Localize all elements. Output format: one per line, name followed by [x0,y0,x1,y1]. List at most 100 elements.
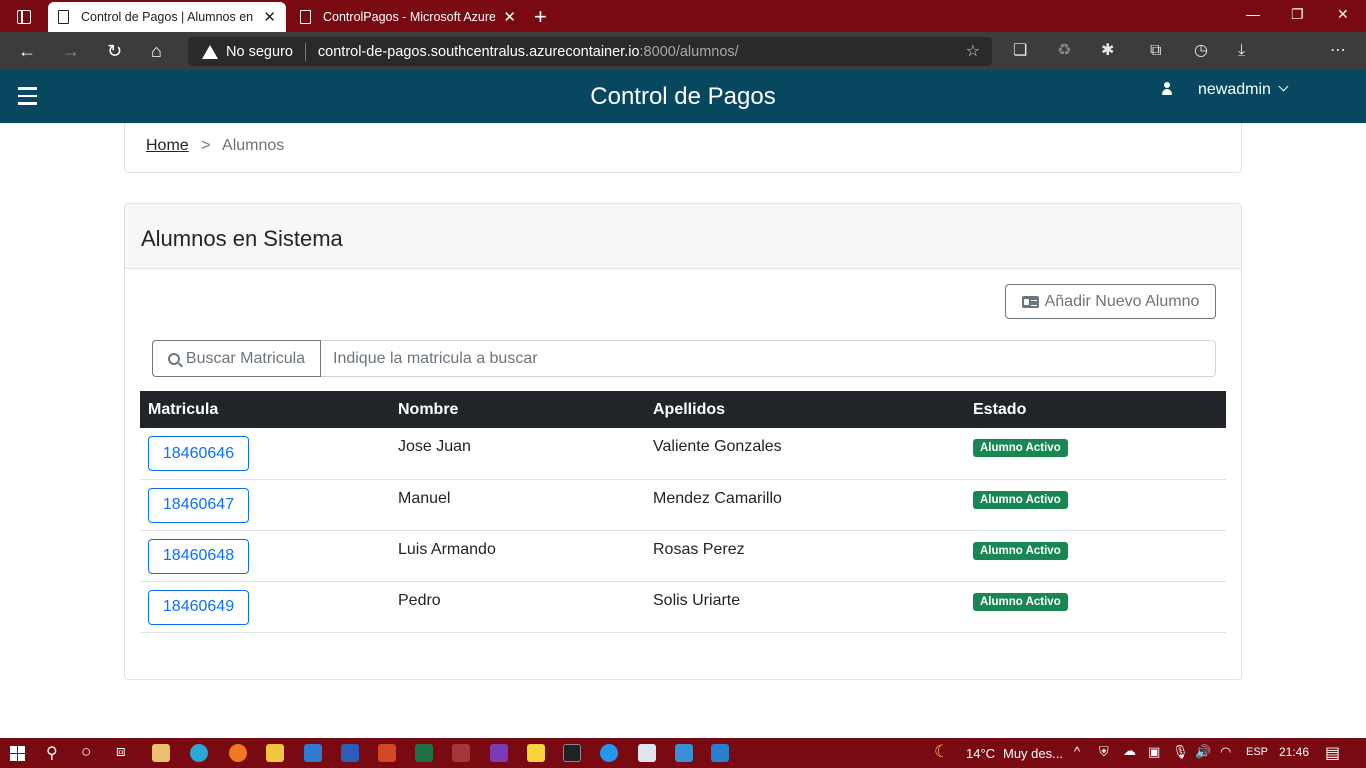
column-header-apellidos: Apellidos [645,391,965,428]
tab-control-de-pagos[interactable]: Control de Pagos | Alumnos en S ✕ [48,2,286,32]
apellidos-cell: Solis Uriarte [645,581,965,633]
cortana-icon[interactable]: ○ [81,742,91,762]
add-student-label: Añadir Nuevo Alumno [1044,292,1200,310]
status-badge: Alumno Activo [973,439,1068,457]
meet-now-icon[interactable]: ▣ [1148,744,1160,760]
task-view-icon[interactable]: ⧈ [116,743,126,760]
security-label[interactable]: No seguro [226,44,293,60]
access-icon[interactable] [452,744,470,762]
mail-icon[interactable] [304,744,322,762]
column-header-nombre: Nombre [390,391,645,428]
file-explorer-icon[interactable] [266,744,284,762]
user-menu[interactable]: newadmin [1198,81,1271,99]
status-badge: Alumno Activo [973,592,1068,611]
table-row: 18460647 Manuel Mendez Camarillo Alumno … [140,479,1226,531]
word-icon[interactable] [341,744,359,762]
excel-icon[interactable] [415,744,433,762]
terminal-icon[interactable] [563,744,581,762]
new-tab-icon[interactable]: + [534,4,547,30]
add-student-button[interactable]: Añadir Nuevo Alumno [1005,284,1216,319]
table-row: 18460649 Pedro Solis Uriarte Alumno Acti… [140,581,1226,633]
search-group: Buscar Matricula [152,340,1216,377]
favorite-star-icon[interactable]: ☆ [966,41,980,61]
windows-start-icon[interactable] [10,746,25,761]
url-host: control-de-pagos.southcentralus.azurecon… [317,43,640,60]
apellidos-cell: Mendez Camarillo [645,479,965,531]
volume-icon[interactable]: 🔊 [1195,744,1211,760]
breadcrumb: Home > Alumnos [124,123,1242,173]
photos-icon[interactable] [675,744,693,762]
security-shield-icon[interactable]: ⛨ [1099,744,1109,760]
docker-icon[interactable] [600,744,618,762]
wifi-icon[interactable]: ◠ [1220,744,1231,760]
store-icon[interactable] [152,744,170,762]
microphone-icon[interactable]: 🎙 [1172,744,1189,760]
table-row: 18460648 Luis Armando Rosas Perez Alumno… [140,530,1226,582]
more-icon[interactable]: ⋯ [1330,41,1346,61]
notepad-icon[interactable] [638,744,656,762]
back-icon[interactable]: ← [18,41,36,61]
recycle-icon[interactable]: ♻ [1057,41,1071,61]
close-tab-icon[interactable]: ✕ [503,8,516,26]
matricula-button[interactable]: 18460649 [148,589,249,625]
search-input[interactable] [321,340,1216,377]
search-icon [167,352,180,365]
app-header: Control de Pagos newadmin [0,70,1366,123]
collections-icon[interactable]: ❏ [1013,41,1027,61]
chevron-up-icon[interactable]: ^ [1074,744,1080,759]
apellidos-cell: Valiente Gonzales [645,428,965,480]
home-icon[interactable]: ⌂ [151,41,162,61]
clock[interactable]: 21:46 [1279,745,1309,759]
taskbar: ⚲ ○ ⧈ ☾ 14°C Muy des... ^ ⛨ ☁ ▣ 🎙 🔊 ◠ ES… [0,738,1366,768]
search-button-label: Buscar Matricula [185,349,306,367]
firefox-icon[interactable] [229,744,247,762]
vscode-icon[interactable] [711,744,729,762]
breadcrumb-separator: > [201,137,211,154]
close-window-icon[interactable]: ✕ [1337,6,1349,23]
edge-icon[interactable] [190,744,208,762]
nombre-cell: Pedro [390,581,645,633]
breadcrumb-home-link[interactable]: Home [146,137,189,154]
column-header-matricula: Matricula [140,391,390,428]
user-icon [1162,82,1172,96]
search-icon[interactable]: ⚲ [46,743,58,763]
browser-toolbar: ← → ↻ ⌂ No seguro control-de-pagos.south… [0,32,1366,94]
notifications-icon[interactable]: ▤ [1325,743,1340,763]
warning-icon [202,44,218,59]
minimize-icon[interactable]: — [1246,6,1260,22]
browser-tab-bar: Control de Pagos | Alumnos en S ✕ Contro… [0,0,1366,32]
onenote-icon[interactable] [490,744,508,762]
page-icon [58,10,69,24]
matricula-button[interactable]: 18460646 [148,436,249,471]
download-icon[interactable]: ⤓ [1238,41,1245,61]
close-tab-icon[interactable]: ✕ [263,8,276,26]
weather-moon-icon[interactable]: ☾ [934,742,949,762]
tab-actions-icon[interactable] [8,6,40,28]
url-path: :8000/alumnos/ [639,43,739,60]
extensions-icon[interactable]: ✱ [1101,41,1114,61]
nombre-cell: Luis Armando [390,530,645,582]
students-card: Alumnos en Sistema Añadir Nuevo Alumno B… [124,203,1242,680]
search-button[interactable]: Buscar Matricula [152,340,321,377]
collections-add-icon[interactable]: ⧉ [1150,41,1161,61]
weather-text[interactable]: Muy des... [1003,746,1063,761]
powerpoint-icon[interactable] [378,744,396,762]
temperature[interactable]: 14°C [966,746,995,761]
sticky-notes-icon[interactable] [527,744,545,762]
nombre-cell: Manuel [390,479,645,531]
forward-icon[interactable]: → [62,41,80,61]
tab-title: ControlPagos - Microsoft Azure [323,10,496,24]
address-bar[interactable]: No seguro control-de-pagos.southcentralu… [188,37,992,66]
table-row: 18460646 Jose Juan Valiente Gonzales Alu… [140,428,1226,480]
language-indicator[interactable]: ESP [1246,746,1268,758]
status-badge: Alumno Activo [973,541,1068,560]
refresh-icon[interactable]: ↻ [107,41,122,61]
tab-azure[interactable]: ControlPagos - Microsoft Azure ✕ [290,2,526,32]
matricula-button[interactable]: 18460648 [148,538,249,574]
history-icon[interactable]: ◷ [1194,41,1208,61]
onedrive-cloud-icon[interactable]: ☁ [1123,743,1136,759]
restore-icon[interactable]: ❐ [1291,6,1304,23]
matricula-button[interactable]: 18460647 [148,487,249,523]
card-title: Alumnos en Sistema [125,204,1241,269]
students-table: Matricula Nombre Apellidos Estado 184606… [140,391,1226,633]
